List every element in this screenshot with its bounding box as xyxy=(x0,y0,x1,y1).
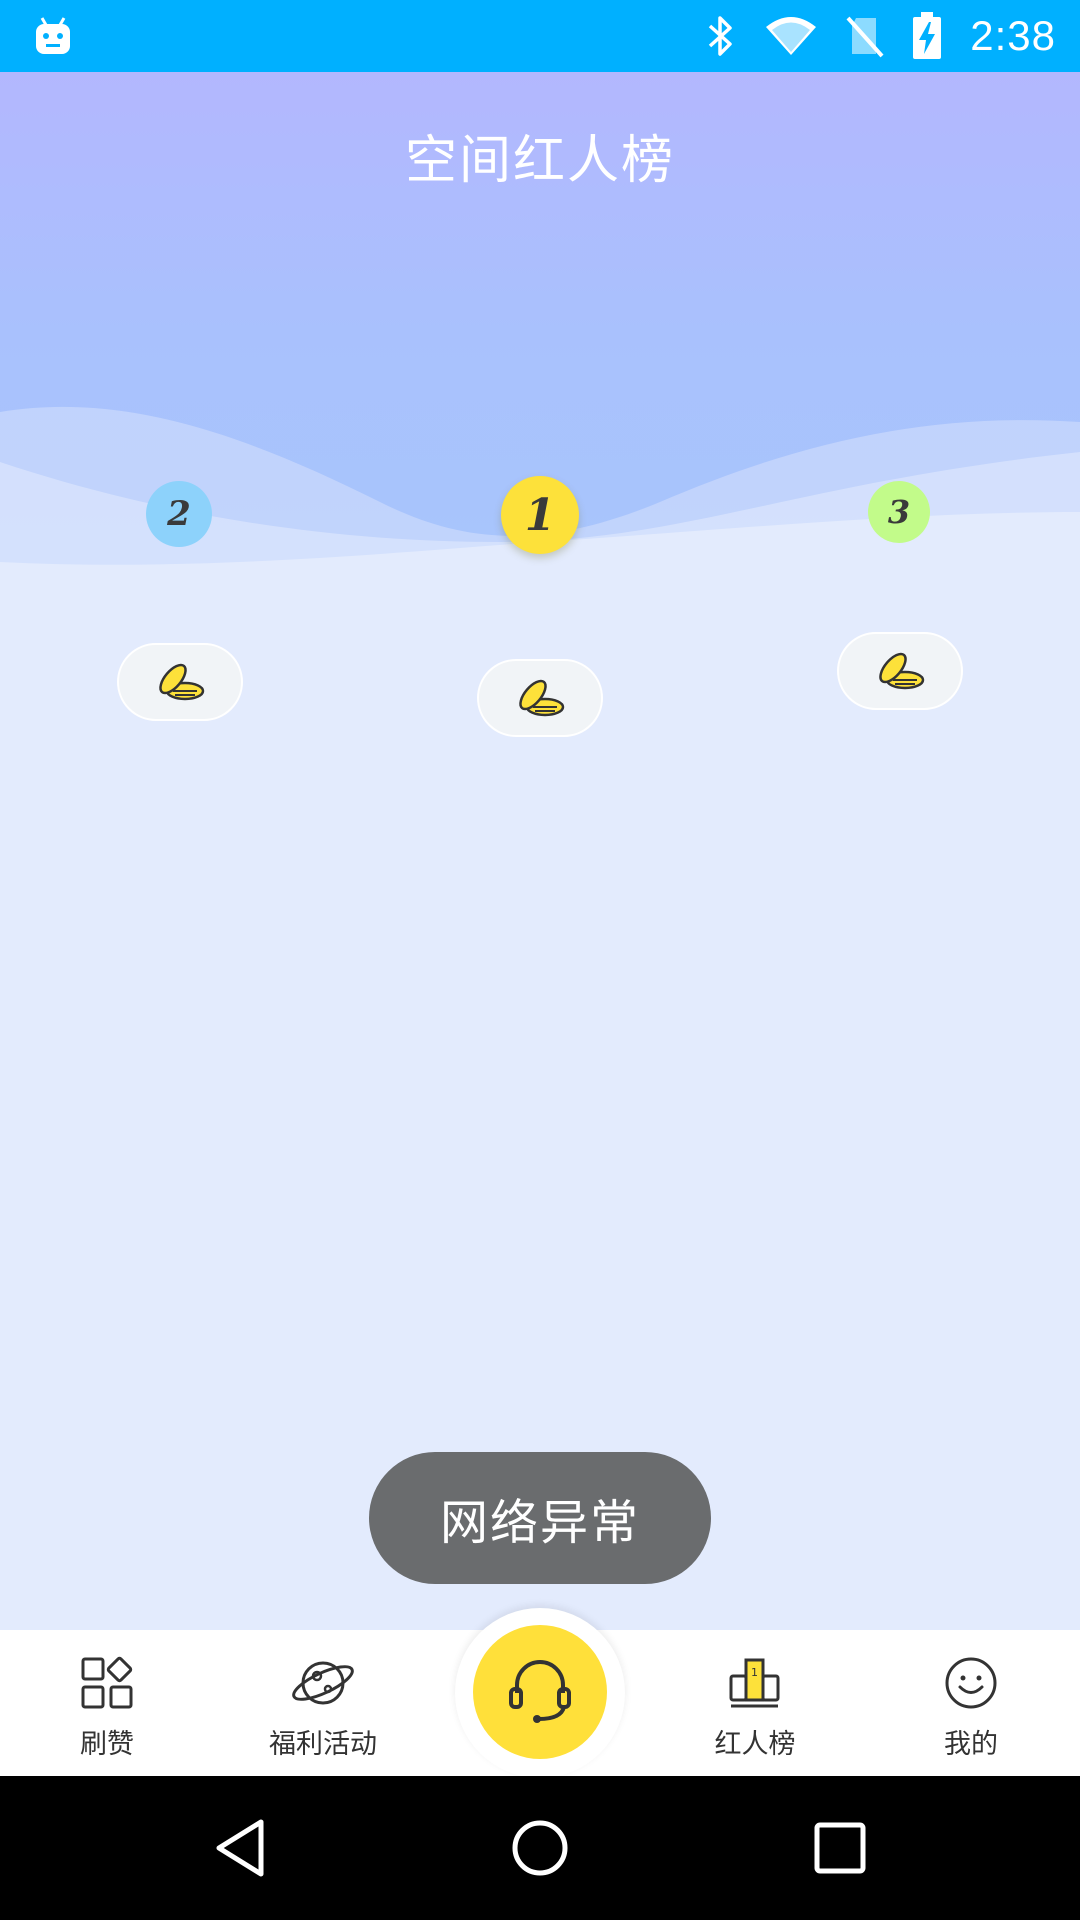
svg-text:1: 1 xyxy=(751,1666,758,1679)
nav-item-like[interactable]: 刷赞 xyxy=(7,1630,207,1776)
nav-item-mine[interactable]: 我的 xyxy=(871,1630,1071,1776)
rank-1-coin-pill[interactable] xyxy=(477,659,603,737)
recent-apps-icon[interactable] xyxy=(770,1776,910,1920)
status-bar: 2:38 xyxy=(0,0,1080,72)
rank-3-badge: 3 xyxy=(868,481,930,543)
page-title: 空间红人榜 xyxy=(404,131,675,191)
nav-label-welfare: 福利活动 xyxy=(269,1729,377,1760)
customer-service-button[interactable] xyxy=(473,1625,607,1759)
nav-item-ranking[interactable]: 1 红人榜 xyxy=(655,1630,855,1776)
rank-1-badge: 1 xyxy=(501,476,579,554)
rank-2-coin-pill[interactable] xyxy=(117,643,243,721)
planet-icon xyxy=(290,1656,356,1714)
nav-label-mine: 我的 xyxy=(944,1729,998,1760)
status-time: 2:38 xyxy=(970,12,1056,59)
coin-stack-icon xyxy=(153,657,207,707)
wifi-icon xyxy=(764,15,818,57)
back-icon[interactable] xyxy=(171,1776,311,1920)
system-nav-bar xyxy=(0,1776,1080,1920)
no-sim-icon xyxy=(846,14,884,58)
grid-apps-icon xyxy=(80,1656,134,1714)
nav-label-ranking: 红人榜 xyxy=(714,1729,796,1760)
nav-label-like: 刷赞 xyxy=(80,1729,134,1760)
rank-3-coin-pill[interactable] xyxy=(837,632,963,710)
network-error-toast: 网络异常 xyxy=(369,1452,711,1584)
home-icon[interactable] xyxy=(470,1776,610,1920)
smiley-face-icon xyxy=(944,1656,998,1714)
battery-charging-icon xyxy=(912,12,942,60)
bluetooth-icon xyxy=(706,14,736,58)
coin-stack-icon xyxy=(513,673,567,723)
nav-item-welfare[interactable]: 福利活动 xyxy=(223,1630,423,1776)
headset-icon xyxy=(505,1655,575,1729)
coin-stack-icon xyxy=(873,646,927,696)
rank-2-badge: 2 xyxy=(146,481,212,547)
podium-icon: 1 xyxy=(728,1656,782,1714)
android-notification-icon xyxy=(34,16,72,56)
